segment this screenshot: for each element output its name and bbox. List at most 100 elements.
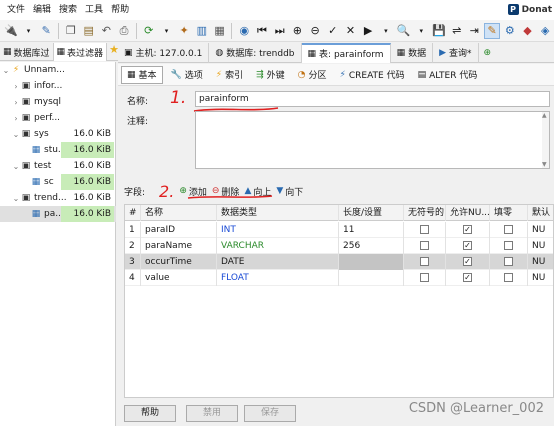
nullable-checkbox[interactable]: ✓ — [463, 273, 472, 282]
chevron-down-icon[interactable]: ⌄ — [12, 130, 20, 139]
post-record-icon[interactable]: ✓ — [325, 23, 341, 39]
unsigned-checkbox[interactable] — [420, 273, 429, 282]
nullable-checkbox[interactable]: ✓ — [463, 257, 472, 266]
help-icon[interactable]: ◆ — [520, 23, 536, 39]
tab-database[interactable]: ◍ 数据库: trenddb — [209, 42, 302, 63]
default-cell[interactable]: NU — [528, 270, 553, 286]
tree-node[interactable]: ⌄ ▣ test 16.0 KiB — [0, 158, 116, 174]
tree-node[interactable]: ⌄ ▣ sys 16.0 KiB — [0, 126, 116, 142]
delete-record-icon[interactable]: ⊖ — [307, 23, 323, 39]
session-manager-icon[interactable]: 🔌 — [3, 23, 19, 39]
run-query-icon[interactable]: ▶ — [360, 23, 376, 39]
unsigned-checkbox[interactable] — [420, 241, 429, 250]
zerofill-cell[interactable] — [490, 254, 528, 270]
donate-link[interactable]: P Donat — [507, 4, 552, 15]
paste-icon[interactable]: ▤ — [81, 23, 97, 39]
save-sql-icon[interactable]: 💾 — [431, 23, 447, 39]
insert-record-icon[interactable]: ⊕ — [290, 23, 306, 39]
zerofill-checkbox[interactable] — [504, 257, 513, 266]
import-icon[interactable]: ▥ — [194, 23, 210, 39]
zerofill-cell[interactable] — [490, 270, 528, 286]
dropdown-icon[interactable]: ▾ — [21, 23, 37, 39]
column-name-cell[interactable]: occurTime — [141, 254, 217, 270]
zerofill-checkbox[interactable] — [504, 225, 513, 234]
print-icon[interactable]: ⎙ — [116, 23, 132, 39]
tab-options[interactable]: 🔧 选项 — [166, 66, 208, 84]
zerofill-checkbox[interactable] — [504, 241, 513, 250]
nullable-cell[interactable]: ✓ — [446, 238, 490, 254]
disconnect-icon[interactable]: ✎ — [38, 23, 54, 39]
tab-database-filter[interactable]: ▦ 数据库过 — [0, 43, 54, 61]
dropdown-icon[interactable]: ▾ — [413, 23, 429, 39]
column-header[interactable]: 无符号的 — [404, 205, 446, 221]
user-manager-icon[interactable]: ✦ — [176, 23, 192, 39]
zerofill-checkbox[interactable] — [504, 273, 513, 282]
cancel-record-icon[interactable]: ✕ — [343, 23, 359, 39]
new-tab-icon[interactable]: ⊕ — [484, 48, 492, 58]
nullable-checkbox[interactable]: ✓ — [463, 241, 472, 250]
column-header[interactable]: 默认 — [528, 205, 553, 221]
zerofill-cell[interactable] — [490, 238, 528, 254]
chevron-right-icon[interactable]: › — [12, 114, 20, 123]
table-row[interactable]: 2 paraName VARCHAR 256 ✓ NU — [125, 238, 553, 254]
tab-host[interactable]: ▣ 主机: 127.0.0.1 — [118, 42, 210, 63]
length-cell[interactable]: 256 — [339, 238, 404, 254]
data-type-cell[interactable]: INT — [217, 222, 339, 238]
donate-icon[interactable]: ◈ — [537, 23, 553, 39]
data-type-cell[interactable]: FLOAT — [217, 270, 339, 286]
tab-alter-code[interactable]: ▤ ALTER 代码 — [413, 66, 483, 84]
first-record-icon[interactable]: ⏮ — [254, 23, 270, 39]
unsigned-cell[interactable] — [404, 238, 446, 254]
unsigned-cell[interactable] — [404, 254, 446, 270]
chevron-right-icon[interactable]: › — [12, 98, 20, 107]
row-number[interactable]: 4 — [125, 270, 141, 286]
chevron-right-icon[interactable]: › — [12, 82, 20, 91]
tree-node[interactable]: ▦ pa... 16.0 KiB — [0, 206, 116, 222]
default-cell[interactable]: NU — [528, 254, 553, 270]
unsigned-cell[interactable] — [404, 222, 446, 238]
column-header[interactable]: 数据类型 — [217, 205, 339, 221]
table-row[interactable]: 4 value FLOAT ✓ NU — [125, 270, 553, 286]
tree-node[interactable]: ▦ sc 16.0 KiB — [0, 174, 116, 190]
menu-tools[interactable]: 工具 — [81, 0, 107, 20]
menu-search[interactable]: 搜索 — [55, 0, 81, 20]
column-header[interactable]: 填零 — [490, 205, 528, 221]
zerofill-cell[interactable] — [490, 222, 528, 238]
info-icon[interactable]: ◉ — [236, 23, 252, 39]
tree-node[interactable]: ⌄ ▣ trend... 16.0 KiB — [0, 190, 116, 206]
unsigned-checkbox[interactable] — [420, 225, 429, 234]
chevron-down-icon[interactable]: ⌄ — [12, 162, 20, 171]
column-name-cell[interactable]: paraName — [141, 238, 217, 254]
nullable-cell[interactable]: ✓ — [446, 270, 490, 286]
column-name-cell[interactable]: value — [141, 270, 217, 286]
data-type-cell[interactable]: VARCHAR — [217, 238, 339, 254]
table-row[interactable]: 1 paraID INT 11 ✓ NU — [125, 222, 553, 238]
table-row[interactable]: 3 occurTime DATE ✓ NU — [125, 254, 553, 270]
menu-edit[interactable]: 编辑 — [29, 0, 55, 20]
tab-table[interactable]: ▦ 表: parainform — [301, 42, 391, 63]
copy-icon[interactable]: ❐ — [63, 23, 79, 39]
length-cell[interactable] — [339, 254, 404, 270]
length-cell[interactable] — [339, 270, 404, 286]
column-header[interactable]: 长度/设置 — [339, 205, 404, 221]
indent-icon[interactable]: ⇥ — [467, 23, 483, 39]
length-cell[interactable]: 11 — [339, 222, 404, 238]
tab-create-code[interactable]: ⚡ CREATE 代码 — [335, 66, 410, 84]
nullable-cell[interactable]: ✓ — [446, 254, 490, 270]
menu-help[interactable]: 帮助 — [107, 0, 133, 20]
row-number[interactable]: 2 — [125, 238, 141, 254]
dropdown-icon[interactable]: ▾ — [378, 23, 394, 39]
refresh-icon[interactable]: ⟳ — [141, 23, 157, 39]
tab-partitions[interactable]: ◔ 分区 — [293, 66, 332, 84]
comment-scrollbar[interactable]: ▲ ▼ — [542, 112, 549, 168]
dropdown-icon[interactable]: ▾ — [159, 23, 175, 39]
column-header[interactable]: 允许NU... — [446, 205, 490, 221]
unsigned-cell[interactable] — [404, 270, 446, 286]
column-name-cell[interactable]: paraID — [141, 222, 217, 238]
search-icon[interactable]: 🔍 — [396, 23, 412, 39]
save-button[interactable]: 保存 — [244, 404, 296, 422]
nullable-cell[interactable]: ✓ — [446, 222, 490, 238]
unsigned-checkbox[interactable] — [420, 257, 429, 266]
help-button[interactable]: 帮助 — [124, 404, 176, 422]
tab-basic[interactable]: ▦ 基本 — [121, 65, 163, 84]
